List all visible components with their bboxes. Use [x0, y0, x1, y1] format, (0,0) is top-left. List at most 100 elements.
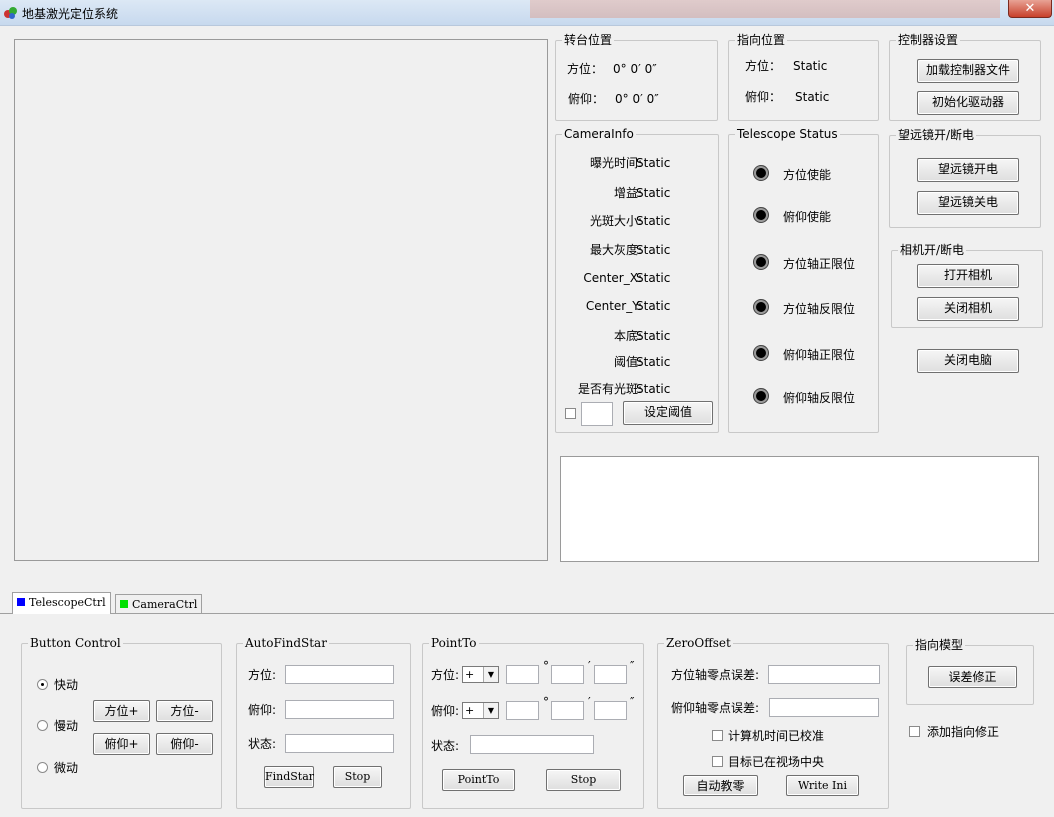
telescope-power-off-button[interactable]: 望远镜关电 — [917, 191, 1019, 215]
pointto-state-input[interactable] — [470, 735, 594, 754]
turret-az-value: 0° 0′ 0″ — [613, 62, 657, 76]
az-plus-button[interactable]: 方位+ — [93, 700, 150, 722]
error-correction-button[interactable]: 误差修正 — [928, 666, 1017, 688]
controller-settings-legend: 控制器设置 — [896, 33, 961, 47]
turret-el-value: 0° 0′ 0″ — [615, 92, 659, 106]
background-value: Static — [636, 329, 671, 343]
el-plus-button[interactable]: 俯仰+ — [93, 733, 150, 755]
app-icon — [4, 7, 17, 19]
exposure-label: 曝光时间: — [589, 156, 642, 170]
pointto-az-sign-select[interactable]: + ▼ — [462, 666, 499, 683]
button-control-legend: Button Control — [28, 636, 123, 650]
pointto-el-min-input[interactable] — [551, 701, 584, 720]
tab-strip: TelescopeCtrl CameraCtrl — [0, 592, 1054, 614]
status-az-enable-label: 方位使能 — [783, 168, 832, 182]
autofind-az-input[interactable] — [285, 665, 394, 684]
shutdown-computer-button[interactable]: 关闭电脑 — [917, 349, 1019, 373]
status-led-el-enable — [754, 208, 768, 222]
gain-value: Static — [636, 186, 671, 200]
status-az-pos-limit-label: 方位轴正限位 — [783, 257, 856, 271]
pointto-button[interactable]: PointTo — [442, 769, 515, 791]
telescope-power-legend: 望远镜开/断电 — [896, 128, 977, 142]
zero-offset-group: ZeroOffset 方位轴零点误差: 俯仰轴零点误差: 计算机时间已校准 目标… — [657, 636, 889, 809]
pointto-legend: PointTo — [429, 636, 479, 650]
fine-mode-label: 微动 — [54, 761, 79, 775]
autofind-el-input[interactable] — [285, 700, 394, 719]
telescope-power-on-button[interactable]: 望远镜开电 — [917, 158, 1019, 182]
el-zero-error-label: 俯仰轴零点误差: — [671, 701, 760, 715]
el-zero-error-input[interactable] — [769, 698, 879, 717]
center-x-label: Center_X: — [583, 271, 642, 285]
set-threshold-button[interactable]: 设定阈值 — [623, 401, 713, 425]
target-centered-checkbox[interactable] — [712, 756, 723, 767]
status-led-az-pos-limit — [754, 255, 768, 269]
az-zero-error-input[interactable] — [768, 665, 880, 684]
pointing-model-group: 指向模型 误差修正 — [906, 638, 1034, 705]
autofind-stop-button[interactable]: Stop — [333, 766, 382, 788]
status-led-az-neg-limit — [754, 300, 768, 314]
autofind-legend: AutoFindStar — [243, 636, 329, 650]
auto-zero-button[interactable]: 自动教零 — [683, 775, 758, 796]
log-textbox[interactable] — [560, 456, 1039, 562]
slow-mode-radio[interactable] — [37, 720, 48, 731]
init-driver-button[interactable]: 初始化驱动器 — [917, 91, 1019, 115]
status-el-neg-limit-label: 俯仰轴反限位 — [783, 391, 856, 405]
target-centered-label: 目标已在视场中央 — [728, 755, 825, 769]
camera-power-legend: 相机开/断电 — [898, 243, 967, 257]
pointto-el-sec-input[interactable] — [594, 701, 627, 720]
fast-mode-radio[interactable] — [37, 679, 48, 690]
background-window — [530, 0, 1000, 18]
fine-mode-radio[interactable] — [37, 762, 48, 773]
status-led-el-pos-limit — [754, 346, 768, 360]
el-minus-button[interactable]: 俯仰- — [156, 733, 213, 755]
time-calibrated-checkbox[interactable] — [712, 730, 723, 741]
load-controller-button[interactable]: 加载控制器文件 — [917, 59, 1019, 83]
threshold-input[interactable] — [581, 402, 613, 426]
time-calibrated-label: 计算机时间已校准 — [728, 729, 825, 743]
autofind-state-label: 状态: — [248, 737, 277, 751]
pointto-az-min-input[interactable] — [551, 665, 584, 684]
spot-size-value: Static — [636, 214, 671, 228]
center-y-label: Center_Y: — [585, 299, 642, 313]
title-bar: 地基激光定位系统 ✕ — [0, 0, 1054, 26]
pointto-az-sign-value: + — [465, 668, 475, 681]
autofind-state-input[interactable] — [285, 734, 394, 753]
center-x-value: Static — [636, 271, 671, 285]
telescope-status-group: Telescope Status 方位使能 俯仰使能 方位轴正限位 方位轴反限位… — [728, 127, 879, 433]
tab-telescope-ctrl[interactable]: TelescopeCtrl — [12, 592, 111, 614]
pointto-stop-button[interactable]: Stop — [546, 769, 621, 791]
image-display — [14, 39, 548, 561]
add-pointing-correction-checkbox[interactable] — [909, 726, 920, 737]
threshold-checkbox[interactable] — [565, 408, 576, 419]
close-button[interactable]: ✕ — [1008, 0, 1052, 18]
pointto-az-sec-input[interactable] — [594, 665, 627, 684]
dropdown-arrow-icon: ▼ — [483, 703, 498, 718]
status-az-neg-limit-label: 方位轴反限位 — [783, 302, 856, 316]
pointing-el-value: Static — [795, 90, 830, 104]
exposure-value: Static — [636, 156, 671, 170]
pointto-el-label: 俯仰: — [431, 704, 460, 718]
pointto-el-deg-input[interactable] — [506, 701, 539, 720]
find-star-button[interactable]: FindStar — [264, 766, 314, 788]
camera-on-button[interactable]: 打开相机 — [917, 264, 1019, 288]
status-led-el-neg-limit — [754, 389, 768, 403]
autofind-az-label: 方位: — [248, 668, 277, 682]
pointto-az-deg-input[interactable] — [506, 665, 539, 684]
turret-position-group: 转台位置 方位： 0° 0′ 0″ 俯仰： 0° 0′ 0″ — [555, 33, 718, 121]
window-title: 地基激光定位系统 — [22, 7, 119, 21]
az-minus-button[interactable]: 方位- — [156, 700, 213, 722]
pointto-az-deg-symbol: ° — [543, 659, 549, 673]
write-ini-button[interactable]: Write Ini — [786, 775, 859, 796]
status-el-enable-label: 俯仰使能 — [783, 210, 832, 224]
pointto-az-label: 方位: — [431, 668, 460, 682]
pointto-el-sign-select[interactable]: + ▼ — [462, 702, 499, 719]
camera-info-group: CameraInfo 曝光时间: Static 增益: Static 光斑大小:… — [555, 127, 719, 433]
controller-settings-group: 控制器设置 加载控制器文件 初始化驱动器 — [889, 33, 1041, 121]
autofind-el-label: 俯仰: — [248, 703, 277, 717]
tab-camera-ctrl[interactable]: CameraCtrl — [115, 594, 203, 613]
zero-offset-legend: ZeroOffset — [664, 636, 733, 650]
pointing-el-label: 俯仰： — [745, 90, 782, 104]
has-spot-label: 是否有光斑: — [577, 382, 642, 396]
pointing-az-value: Static — [793, 59, 828, 73]
camera-off-button[interactable]: 关闭相机 — [917, 297, 1019, 321]
